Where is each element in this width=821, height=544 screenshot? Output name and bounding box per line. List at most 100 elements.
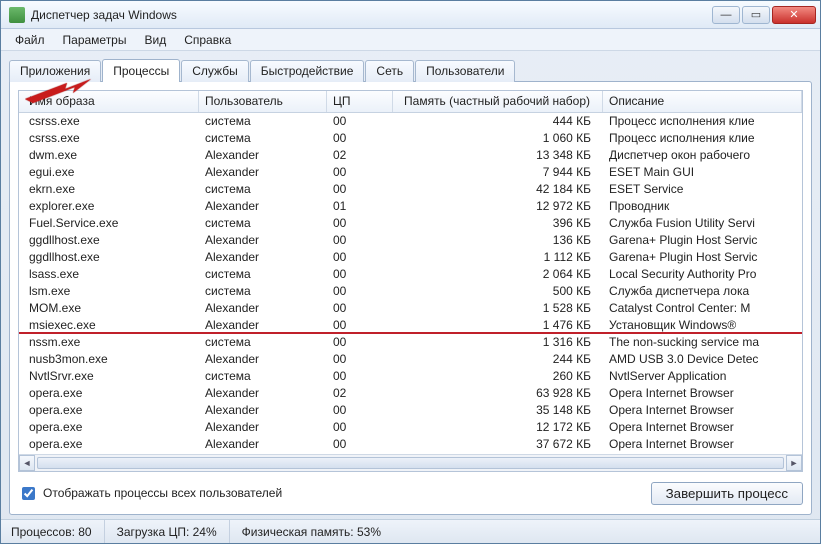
scroll-left-icon[interactable]: ◄ bbox=[19, 455, 35, 471]
cell-user: Alexander bbox=[199, 300, 327, 316]
process-list: Имя образа Пользователь ЦП Память (частн… bbox=[18, 90, 803, 472]
show-all-users-checkbox[interactable]: Отображать процессы всех пользователей bbox=[18, 484, 282, 503]
cell-cpu: 00 bbox=[327, 130, 393, 146]
task-manager-window: Диспетчер задач Windows — ▭ ✕ Файл Парам… bbox=[0, 0, 821, 544]
cell-name: ggdllhost.exe bbox=[19, 249, 199, 265]
menu-options[interactable]: Параметры bbox=[55, 31, 135, 49]
table-row[interactable]: lsm.exeсистема00500 КБСлужба диспетчера … bbox=[19, 283, 802, 300]
cell-user: Alexander bbox=[199, 249, 327, 265]
panel-footer: Отображать процессы всех пользователей З… bbox=[18, 480, 803, 506]
tab-0[interactable]: Приложения bbox=[9, 60, 101, 82]
cell-memory: 37 672 КБ bbox=[393, 436, 603, 452]
cell-memory: 2 064 КБ bbox=[393, 266, 603, 282]
cell-description: Opera Internet Browser bbox=[603, 402, 802, 418]
statusbar: Процессов: 80 Загрузка ЦП: 24% Физическа… bbox=[1, 519, 820, 543]
cell-memory: 500 КБ bbox=[393, 283, 603, 299]
table-row[interactable]: egui.exeAlexander007 944 КБESET Main GUI bbox=[19, 164, 802, 181]
cell-description: Установщик Windows® bbox=[603, 317, 802, 333]
cell-name: dwm.exe bbox=[19, 147, 199, 163]
cell-user: Alexander bbox=[199, 351, 327, 367]
minimize-button[interactable]: — bbox=[712, 6, 740, 24]
tab-1[interactable]: Процессы bbox=[102, 59, 180, 82]
table-row[interactable]: opera.exeAlexander0035 148 КБOpera Inter… bbox=[19, 402, 802, 419]
cell-name: egui.exe bbox=[19, 164, 199, 180]
scroll-thumb[interactable] bbox=[37, 457, 784, 469]
menu-view[interactable]: Вид bbox=[136, 31, 174, 49]
scroll-right-icon[interactable]: ► bbox=[786, 455, 802, 471]
tab-3[interactable]: Быстродействие bbox=[250, 60, 365, 82]
cell-name: ekrn.exe bbox=[19, 181, 199, 197]
cell-description: Процесс исполнения клие bbox=[603, 113, 802, 129]
cell-user: система bbox=[199, 266, 327, 282]
close-button[interactable]: ✕ bbox=[772, 6, 816, 24]
table-row[interactable]: dwm.exeAlexander0213 348 КБДиспетчер око… bbox=[19, 147, 802, 164]
table-row[interactable]: nssm.exeсистема001 316 КБThe non-sucking… bbox=[19, 334, 802, 351]
cell-user: Alexander bbox=[199, 419, 327, 435]
end-process-button[interactable]: Завершить процесс bbox=[651, 482, 803, 505]
cell-name: explorer.exe bbox=[19, 198, 199, 214]
cell-memory: 35 148 КБ bbox=[393, 402, 603, 418]
cell-memory: 42 184 КБ bbox=[393, 181, 603, 197]
cell-memory: 1 060 КБ bbox=[393, 130, 603, 146]
cell-cpu: 00 bbox=[327, 283, 393, 299]
status-process-count: Процессов: 80 bbox=[11, 520, 105, 543]
table-row[interactable]: ekrn.exeсистема0042 184 КБESET Service bbox=[19, 181, 802, 198]
cell-description: Garena+ Plugin Host Servic bbox=[603, 249, 802, 265]
menu-help[interactable]: Справка bbox=[176, 31, 239, 49]
cell-user: система bbox=[199, 181, 327, 197]
horizontal-scrollbar[interactable]: ◄ ► bbox=[19, 454, 802, 471]
cell-description: The non-sucking service ma bbox=[603, 334, 802, 350]
cell-cpu: 00 bbox=[327, 249, 393, 265]
cell-cpu: 00 bbox=[327, 317, 393, 333]
tab-2[interactable]: Службы bbox=[181, 60, 248, 82]
cell-cpu: 00 bbox=[327, 232, 393, 248]
table-row[interactable]: csrss.exeсистема001 060 КБПроцесс исполн… bbox=[19, 130, 802, 147]
cell-user: система bbox=[199, 113, 327, 129]
col-memory[interactable]: Память (частный рабочий набор) bbox=[393, 91, 603, 112]
table-row[interactable]: lsass.exeсистема002 064 КБLocal Security… bbox=[19, 266, 802, 283]
process-rows[interactable]: csrss.exeсистема00444 КБПроцесс исполнен… bbox=[19, 113, 802, 454]
cell-user: Alexander bbox=[199, 317, 327, 333]
table-row[interactable]: opera.exeAlexander0263 928 КБOpera Inter… bbox=[19, 385, 802, 402]
col-user[interactable]: Пользователь bbox=[199, 91, 327, 112]
table-row[interactable]: explorer.exeAlexander0112 972 КБПроводни… bbox=[19, 198, 802, 215]
show-all-users-input[interactable] bbox=[22, 487, 35, 500]
content-area: ПриложенияПроцессыСлужбыБыстродействиеСе… bbox=[1, 51, 820, 519]
table-row[interactable]: MOM.exeAlexander001 528 КБCatalyst Contr… bbox=[19, 300, 802, 317]
table-row[interactable]: Fuel.Service.exeсистема00396 КБСлужба Fu… bbox=[19, 215, 802, 232]
table-row[interactable]: opera.exeAlexander0012 172 КБOpera Inter… bbox=[19, 419, 802, 436]
tab-5[interactable]: Пользователи bbox=[415, 60, 515, 82]
table-row[interactable]: opera.exeAlexander0037 672 КБOpera Inter… bbox=[19, 436, 802, 453]
menu-file[interactable]: Файл bbox=[7, 31, 53, 49]
cell-cpu: 00 bbox=[327, 368, 393, 384]
col-name[interactable]: Имя образа bbox=[19, 91, 199, 112]
col-description[interactable]: Описание bbox=[603, 91, 802, 112]
maximize-button[interactable]: ▭ bbox=[742, 6, 770, 24]
tabstrip: ПриложенияПроцессыСлужбыБыстродействиеСе… bbox=[9, 57, 812, 81]
cell-name: opera.exe bbox=[19, 385, 199, 401]
cell-user: Alexander bbox=[199, 402, 327, 418]
table-row[interactable]: NvtlSrvr.exeсистема00260 КБNvtlServer Ap… bbox=[19, 368, 802, 385]
cell-name: nusb3mon.exe bbox=[19, 351, 199, 367]
cell-cpu: 00 bbox=[327, 436, 393, 452]
cell-user: Alexander bbox=[199, 385, 327, 401]
cell-memory: 1 528 КБ bbox=[393, 300, 603, 316]
col-cpu[interactable]: ЦП bbox=[327, 91, 393, 112]
table-row[interactable]: ggdllhost.exeAlexander001 112 КБGarena+ … bbox=[19, 249, 802, 266]
cell-name: csrss.exe bbox=[19, 113, 199, 129]
table-row[interactable]: nusb3mon.exeAlexander00244 КБAMD USB 3.0… bbox=[19, 351, 802, 368]
cell-user: система bbox=[199, 283, 327, 299]
table-row[interactable]: ggdllhost.exeAlexander00136 КБGarena+ Pl… bbox=[19, 232, 802, 249]
cell-name: opera.exe bbox=[19, 419, 199, 435]
titlebar[interactable]: Диспетчер задач Windows — ▭ ✕ bbox=[1, 1, 820, 29]
tab-panel-processes: Имя образа Пользователь ЦП Память (частн… bbox=[9, 81, 812, 515]
cell-user: Alexander bbox=[199, 198, 327, 214]
cell-description: Процесс исполнения клие bbox=[603, 130, 802, 146]
table-row[interactable]: msiexec.exeAlexander001 476 КБУстановщик… bbox=[19, 317, 802, 334]
cell-user: Alexander bbox=[199, 147, 327, 163]
tab-4[interactable]: Сеть bbox=[365, 60, 414, 82]
cell-name: msiexec.exe bbox=[19, 317, 199, 333]
window-title: Диспетчер задач Windows bbox=[31, 8, 712, 22]
cell-cpu: 01 bbox=[327, 198, 393, 214]
table-row[interactable]: csrss.exeсистема00444 КБПроцесс исполнен… bbox=[19, 113, 802, 130]
